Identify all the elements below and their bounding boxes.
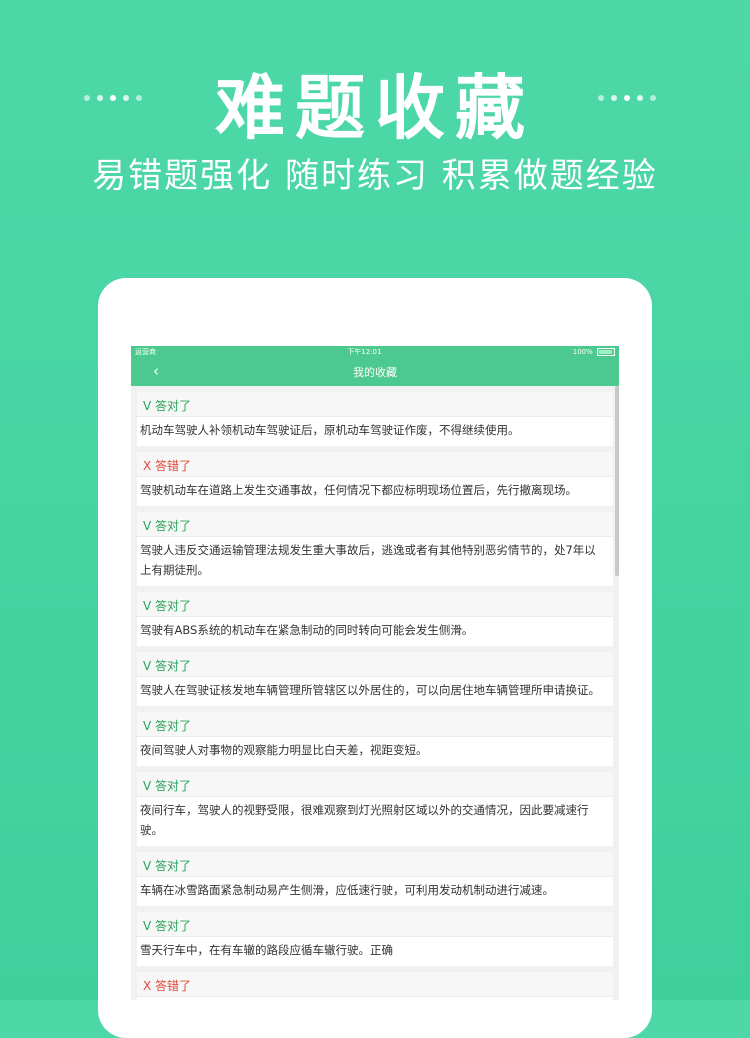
answer-status-badge: V 答对了 xyxy=(137,912,613,936)
answer-status-badge: V 答对了 xyxy=(137,652,613,676)
question-text: 车辆在冰雪路面紧急制动易产生侧滑，应低速行驶，可利用发动机制动进行减速。 xyxy=(137,876,613,906)
answer-status-badge: V 答对了 xyxy=(137,592,613,616)
list-item[interactable]: V 答对了 机动车驾驶人补领机动车驾驶证后，原机动车驾驶证作废，不得继续使用。 xyxy=(137,392,613,446)
hero-title: 难题收藏 xyxy=(215,67,535,149)
answer-status-badge: V 答对了 xyxy=(137,712,613,736)
answer-status-badge: V 答对了 xyxy=(137,392,613,416)
list-item[interactable]: V 答对了 驾驶有ABS系统的机动车在紧急制动的同时转向可能会发生侧滑。 xyxy=(137,592,613,646)
list-item[interactable]: V 答对了 驾驶人在驾驶证核发地车辆管理所管辖区以外居住的，可以向居住地车辆管理所… xyxy=(137,652,613,706)
decor-dots-right xyxy=(598,95,656,101)
question-text: 夜间行车，驾驶人的视野受限，很难观察到灯光照射区域以外的交通情况，因此要减速行驶… xyxy=(137,796,613,846)
list-item[interactable]: X 答错了行人参与道路交通的主要特点除了行走随意性大、方向多变以外，还喜欢聚集、… xyxy=(137,972,613,1000)
list-item[interactable]: V 答对了 车辆在冰雪路面紧急制动易产生侧滑，应低速行驶，可利用发动机制动进行减速… xyxy=(137,852,613,906)
status-time: 下午12:01 xyxy=(347,348,382,356)
question-text: 夜间驾驶人对事物的观察能力明显比白天差，视距变短。 xyxy=(137,736,613,766)
answer-status-badge: V 答对了 xyxy=(137,512,613,536)
question-text: 驾驶人违反交通运输管理法规发生重大事故后，逃逸或者有其他特别恶劣情节的，处7年以… xyxy=(137,536,613,586)
answer-status-badge: X 答错了 xyxy=(137,452,613,476)
favorites-list: V 答对了 机动车驾驶人补领机动车驾驶证后，原机动车驾驶证作废，不得继续使用。 X … xyxy=(131,386,619,1000)
list-item[interactable]: V 答对了 雪天行车中，在有车辙的路段应循车辙行驶。正确 xyxy=(137,912,613,966)
question-text: 行人参与道路交通的主要特点除了行走随意性大、方向多变以外，还喜欢聚集、围观。 xyxy=(137,996,613,1000)
list-item[interactable]: V 答对了 夜间行车，驾驶人的视野受限，很难观察到灯光照射区域以外的交通情况，因此… xyxy=(137,772,613,846)
question-text: 机动车驾驶人补领机动车驾驶证后，原机动车驾驶证作废，不得继续使用。 xyxy=(137,416,613,446)
nav-bar: ‹ 我的收藏 xyxy=(131,358,619,386)
list-item[interactable]: X 答错了 驾驶机动车在道路上发生交通事故，任何情况下都应标明现场位置后，先行撤离… xyxy=(137,452,613,506)
question-text: 驾驶有ABS系统的机动车在紧急制动的同时转向可能会发生侧滑。 xyxy=(137,616,613,646)
scrollbar[interactable] xyxy=(615,386,619,576)
back-button[interactable]: ‹ xyxy=(153,362,159,380)
battery-indicator: 100% xyxy=(573,348,615,356)
app-screen: 运营商 下午12:01 100% ‹ 我的收藏 V 答对了 机动车驾驶人补领机动车… xyxy=(131,346,619,1000)
battery-icon xyxy=(597,348,615,356)
list-item[interactable]: V 答对了 夜间驾驶人对事物的观察能力明显比白天差，视距变短。 xyxy=(137,712,613,766)
hero-subtitle: 易错题强化 随时练习 积累做题经验 xyxy=(92,156,658,196)
answer-status-badge: V 答对了 xyxy=(137,852,613,876)
answer-status-badge: V 答对了 xyxy=(137,772,613,796)
carrier-label: 运营商 xyxy=(135,348,156,356)
question-text: 驾驶机动车在道路上发生交通事故，任何情况下都应标明现场位置后，先行撤离现场。 xyxy=(137,476,613,506)
question-text: 雪天行车中，在有车辙的路段应循车辙行驶。正确 xyxy=(137,936,613,966)
nav-title: 我的收藏 xyxy=(353,366,397,379)
question-text: 驾驶人在驾驶证核发地车辆管理所管辖区以外居住的，可以向居住地车辆管理所申请换证。 xyxy=(137,676,613,706)
battery-percent: 100% xyxy=(572,348,593,356)
list-item[interactable]: V 答对了 驾驶人违反交通运输管理法规发生重大事故后，逃逸或者有其他特别恶劣情节的… xyxy=(137,512,613,586)
answer-status-badge: X 答错了 xyxy=(137,972,613,996)
status-bar: 运营商 下午12:01 100% xyxy=(131,346,619,358)
